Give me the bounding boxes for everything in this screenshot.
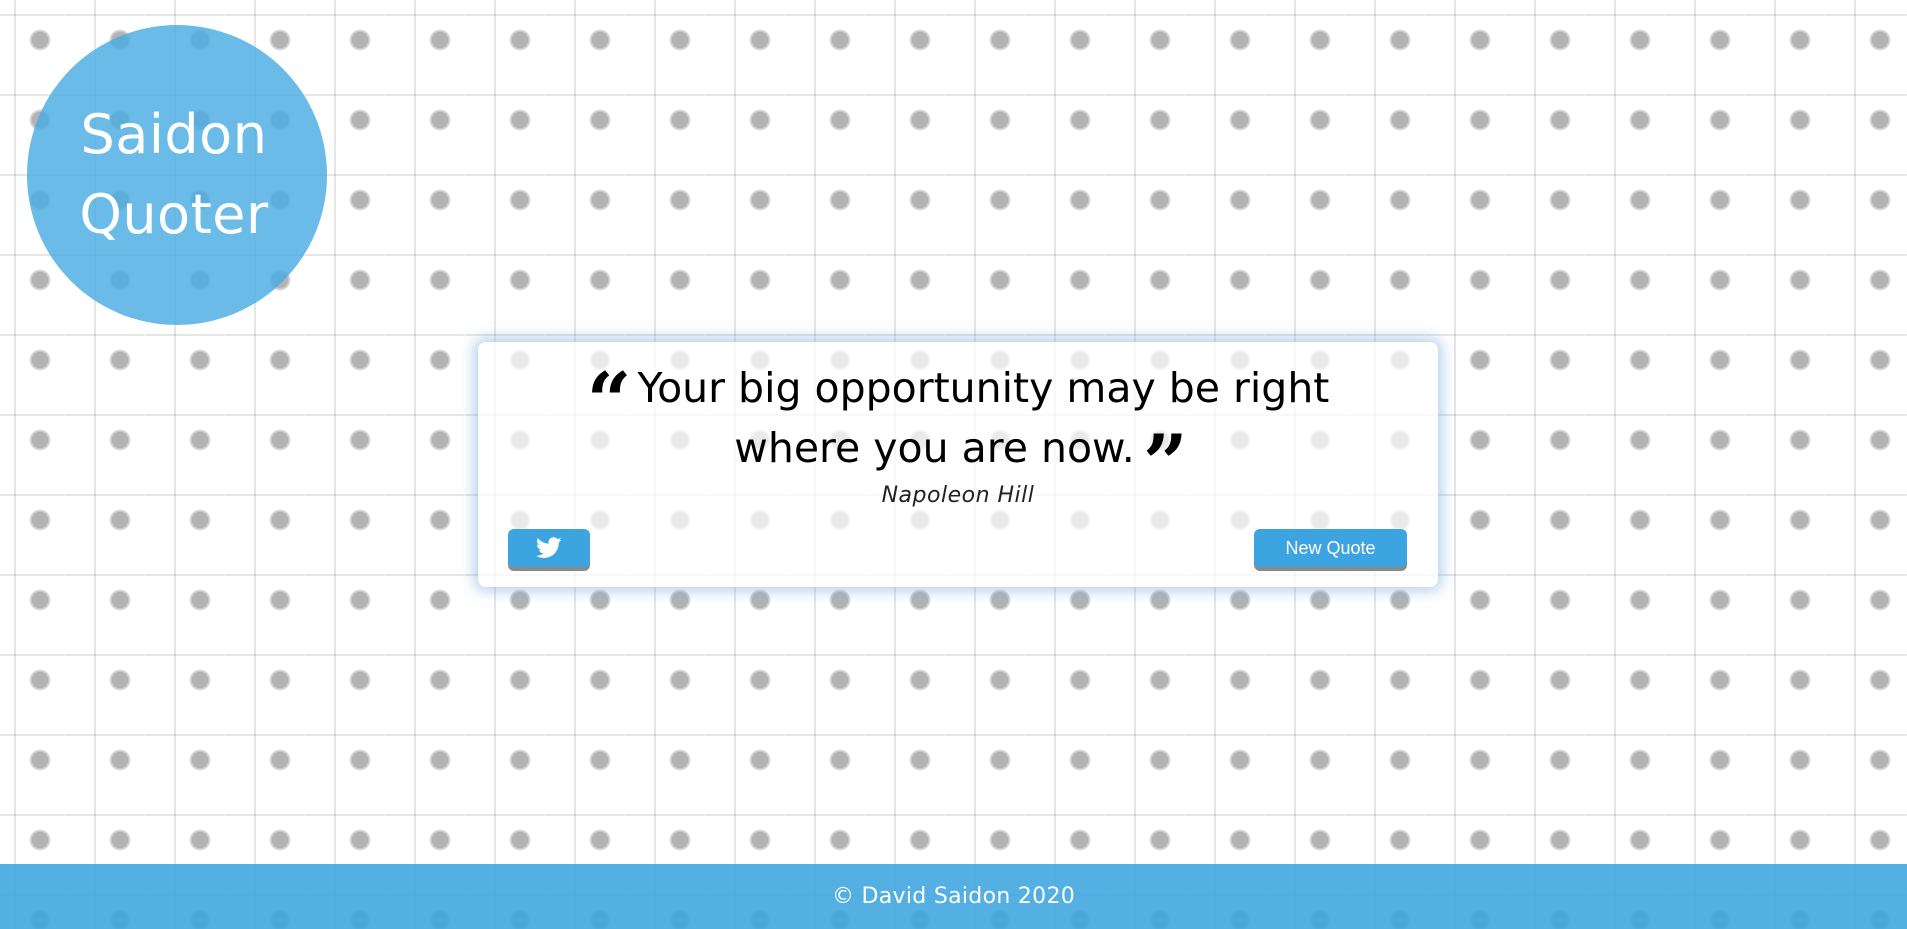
footer: © David Saidon 2020	[0, 864, 1907, 929]
twitter-icon	[536, 537, 562, 559]
quote-author: Napoleon Hill	[881, 483, 1035, 508]
new-quote-button[interactable]: New Quote	[1254, 529, 1407, 567]
quote-box: “Your big opportunity may be right where…	[478, 342, 1438, 587]
quote-text: Your big opportunity may be right where …	[637, 364, 1330, 472]
logo-line-1: Saidon	[80, 103, 268, 166]
quote-right-icon: ”	[1142, 418, 1188, 509]
footer-copyright: © David Saidon 2020	[831, 884, 1076, 909]
logo: Saidon Quoter	[27, 25, 327, 325]
tweet-button[interactable]	[508, 529, 590, 567]
logo-text: Saidon Quoter	[79, 95, 268, 255]
logo-line-2: Quoter	[79, 183, 269, 246]
quote-left-icon: “	[586, 356, 632, 447]
quote-text-container: “Your big opportunity may be right where…	[518, 356, 1398, 509]
